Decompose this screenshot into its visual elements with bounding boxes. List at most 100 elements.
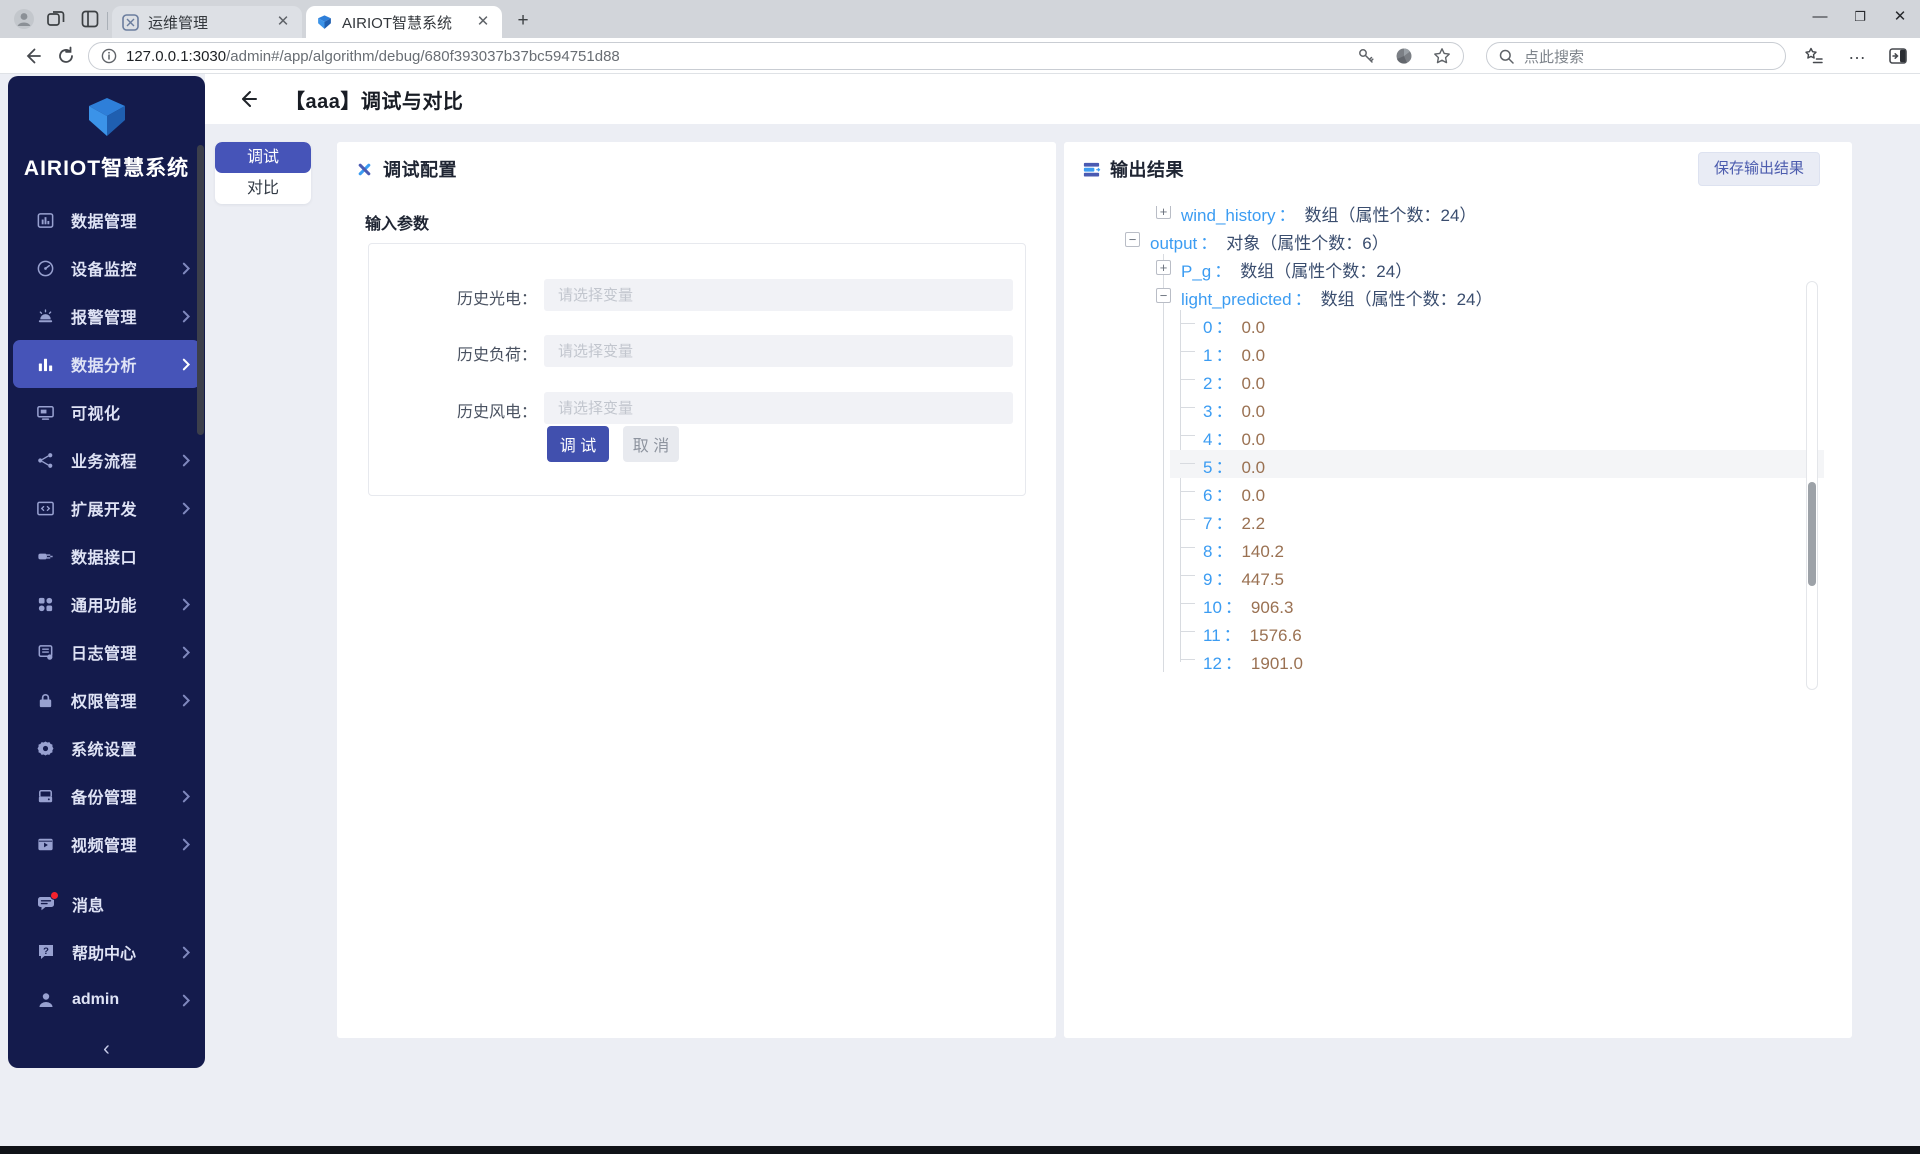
tree-row-1[interactable]: 1： 0.0	[1064, 338, 1824, 366]
tree-row-9[interactable]: 9： 447.5	[1064, 562, 1824, 590]
sidebar-scrollbar-thumb[interactable]	[197, 145, 204, 435]
sidebar-item-backup[interactable]: 备份管理	[8, 772, 205, 820]
browser-tab-ops[interactable]: 运维管理 ✕	[112, 6, 302, 38]
tree-value: 0.0	[1241, 458, 1266, 477]
browser-menu-icon[interactable]: …	[1848, 43, 1868, 63]
output-scrollbar-thumb[interactable]	[1808, 482, 1816, 586]
tab-close-icon[interactable]: ✕	[274, 13, 292, 31]
chevron-right-icon	[182, 646, 191, 659]
load-history-select[interactable]	[544, 335, 1013, 367]
extension-icon[interactable]	[1395, 47, 1413, 65]
tab-close-icon[interactable]: ✕	[474, 13, 492, 31]
log-icon	[36, 643, 55, 662]
window-close-button[interactable]: ✕	[1880, 0, 1920, 34]
browser-back-icon[interactable]	[22, 46, 42, 66]
collapse-icon[interactable]: −	[1156, 288, 1171, 303]
browser-profile-icon[interactable]	[12, 7, 36, 31]
page-back-icon[interactable]	[237, 88, 259, 110]
sidebar-item-message[interactable]: 消息	[8, 880, 205, 928]
address-bar[interactable]: 127.0.0.1:3030/admin#/app/algorithm/debu…	[88, 42, 1464, 70]
vertical-tabs-icon[interactable]	[80, 9, 100, 29]
lock-icon	[36, 691, 55, 710]
save-output-button[interactable]: 保存输出结果	[1697, 152, 1820, 186]
view-tab-compare[interactable]: 对比	[215, 173, 311, 204]
wrench-icon	[355, 160, 374, 179]
sidebar-item-flow[interactable]: 业务流程	[8, 436, 205, 484]
tree-row-4[interactable]: 4： 0.0	[1064, 422, 1824, 450]
sidebar-item-screen[interactable]: 可视化	[8, 388, 205, 436]
tree-connector-tick	[1180, 463, 1195, 464]
collapse-icon[interactable]: −	[1125, 232, 1140, 247]
tree-row-P_g[interactable]: + P_g： 数组（属性个数：24）	[1064, 254, 1824, 282]
tree-value: 1576.6	[1249, 626, 1302, 645]
tree-row-7[interactable]: 7： 2.2	[1064, 506, 1824, 534]
tree-row-light_predicted[interactable]: − light_predicted： 数组（属性个数：24）	[1064, 282, 1824, 310]
browser-refresh-icon[interactable]	[56, 46, 76, 66]
tree-row-10[interactable]: 10： 906.3	[1064, 590, 1824, 618]
input-params-label: 输入参数	[365, 216, 430, 233]
airiot-logo	[8, 94, 205, 142]
form-row-light-history: 历史光电：	[369, 279, 1025, 311]
copilot-sidebar-icon[interactable]	[1888, 46, 1908, 66]
expand-icon[interactable]: +	[1156, 206, 1171, 219]
tree-row-output[interactable]: − output： 对象（属性个数：6）	[1064, 226, 1824, 254]
window-minimize-button[interactable]: —	[1800, 0, 1840, 34]
site-info-icon[interactable]	[101, 48, 117, 64]
chevron-right-icon	[182, 262, 191, 275]
sidebar-item-code[interactable]: 扩展开发	[8, 484, 205, 532]
tree-row-0[interactable]: 0： 0.0	[1064, 310, 1824, 338]
gauge-icon	[36, 259, 55, 278]
tree-row-wind_history[interactable]: + wind_history： 数组（属性个数：24）	[1064, 206, 1824, 226]
tree-value: 0.0	[1241, 374, 1266, 393]
tree-value: 0.0	[1241, 402, 1266, 421]
tree-key: light_predicted	[1181, 290, 1292, 309]
sidebar-item-help[interactable]: ? 帮助中心	[8, 928, 205, 976]
password-key-icon[interactable]	[1357, 47, 1375, 65]
tree-connector-tick	[1180, 631, 1195, 632]
side-search-box[interactable]: 点此搜索	[1486, 42, 1786, 70]
sidebar-item-alarm[interactable]: 报警管理	[8, 292, 205, 340]
sidebar-collapse-icon[interactable]: ‹	[8, 1038, 205, 1061]
collections-icon[interactable]	[1804, 46, 1824, 66]
tree-colon: ：	[1278, 206, 1296, 225]
light-history-select[interactable]	[544, 279, 1013, 311]
tree-row-11[interactable]: 11： 1576.6	[1064, 618, 1824, 646]
sidebar-item-plug[interactable]: 数据接口	[8, 532, 205, 580]
debug-button[interactable]: 调 试	[547, 426, 609, 462]
tree-row-2[interactable]: 2： 0.0	[1064, 366, 1824, 394]
wind-history-select[interactable]	[544, 392, 1013, 424]
new-tab-button[interactable]: +	[512, 10, 534, 32]
sidebar-item-user[interactable]: admin	[8, 976, 205, 1024]
tree-key: 9	[1203, 570, 1213, 589]
expand-icon[interactable]: +	[1156, 260, 1171, 275]
video-icon	[36, 835, 55, 854]
tree-row-3[interactable]: 3： 0.0	[1064, 394, 1824, 422]
workspaces-icon[interactable]	[46, 9, 66, 29]
sidebar-item-gauge[interactable]: 设备监控	[8, 244, 205, 292]
sidebar-menu: 数据管理 设备监控 报警管理 数据分析 可视化 业务流程 扩展开发 数据接口 通…	[8, 168, 205, 880]
cancel-button[interactable]: 取 消	[623, 426, 679, 462]
tree-colon: ：	[1215, 486, 1233, 505]
tree-row-8[interactable]: 8： 140.2	[1064, 534, 1824, 562]
sidebar-item-bar-chart[interactable]: 数据管理	[8, 196, 205, 244]
sidebar-item-grid[interactable]: 通用功能	[8, 580, 205, 628]
tree-row-6[interactable]: 6： 0.0	[1064, 478, 1824, 506]
flow-icon	[36, 451, 55, 470]
tree-row-12[interactable]: 12： 1901.0	[1064, 646, 1824, 672]
sidebar-item-log[interactable]: 日志管理	[8, 628, 205, 676]
tree-row-5[interactable]: 5： 0.0	[1064, 450, 1824, 478]
output-panel-title: 输出结果	[1110, 160, 1184, 180]
favorite-star-icon[interactable]	[1433, 47, 1451, 65]
browser-tab-airiot[interactable]: AIRIOT智慧系统 ✕	[306, 6, 502, 38]
window-maximize-button[interactable]: ❐	[1840, 0, 1880, 34]
sidebar-item-license[interactable]: 授权管理	[8, 868, 205, 880]
message-icon	[36, 891, 59, 914]
view-tab-debug[interactable]: 调试	[215, 142, 311, 173]
tree-key: 4	[1203, 430, 1213, 449]
sidebar-item-lock[interactable]: 权限管理	[8, 676, 205, 724]
tree-connector-tick	[1180, 435, 1195, 436]
sidebar-item-video[interactable]: 视频管理	[8, 820, 205, 868]
sidebar-item-gear[interactable]: 系统设置	[8, 724, 205, 772]
result-list-icon	[1082, 160, 1101, 179]
sidebar-item-column-chart[interactable]: 数据分析	[13, 340, 200, 388]
